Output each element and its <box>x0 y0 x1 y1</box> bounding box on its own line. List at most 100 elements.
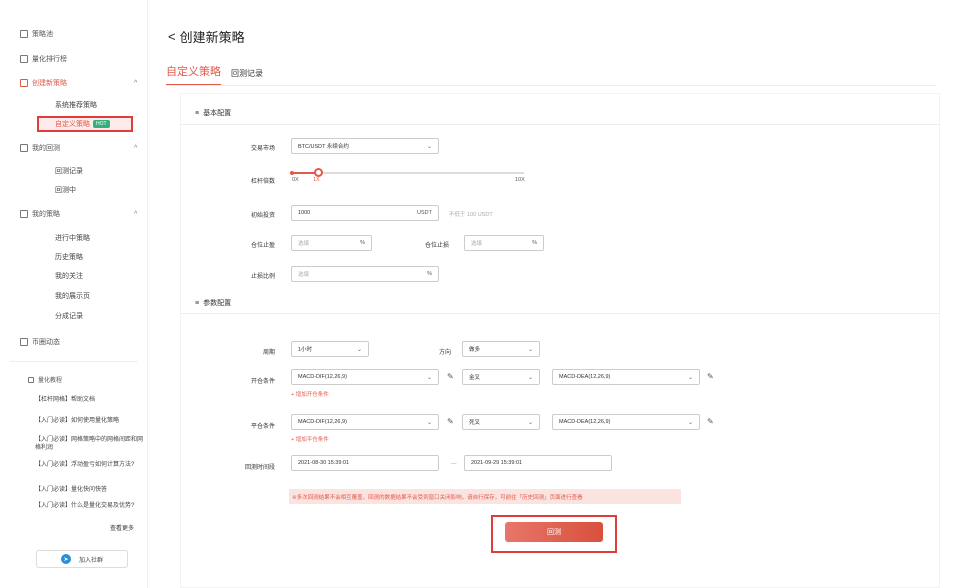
create-icon <box>20 79 28 87</box>
edit-icon[interactable]: ✎ <box>447 372 454 381</box>
capital-note: 不低于 100 USDT <box>449 212 493 218</box>
open-operator-value: 金叉 <box>469 375 481 381</box>
capital-label: 初始投资 <box>250 213 275 219</box>
sidebar-divider <box>10 361 138 362</box>
end-time-input[interactable]: 2021-09-29 15:39:01 <box>464 455 612 471</box>
sidebar-item-create[interactable]: 创建新策略 ^ <box>20 78 137 88</box>
sidebar-sub-custom-label: 自定义策略 <box>55 121 90 128</box>
close-operator-select[interactable]: 死叉 ⌄ <box>462 414 540 430</box>
position-take-profit-label: 仓位止盈 <box>250 243 275 249</box>
tab-divider <box>166 85 936 86</box>
chevron-down-icon: ⌄ <box>687 374 693 381</box>
leverage-label: 杠杆倍数 <box>250 179 275 185</box>
market-label: 交易市场 <box>250 146 275 152</box>
end-time-value: 2021-09-29 15:39:01 <box>471 460 523 466</box>
chevron-down-icon: ⌄ <box>426 143 432 150</box>
start-time-input[interactable]: 2021-08-30 15:39:01 <box>291 455 439 471</box>
sidebar-item-label: 币圈动态 <box>32 339 60 346</box>
sidebar-item-strategy-pool[interactable]: 策略池 <box>20 29 53 39</box>
market-value: BTC/USDT 永续合约 <box>298 144 349 150</box>
percent-unit: % <box>360 240 365 246</box>
chevron-down-icon: ⌄ <box>687 419 693 426</box>
percent-unit: % <box>532 240 537 246</box>
stop-ratio-input[interactable]: 选填 % <box>291 266 439 282</box>
sidebar-sub-history[interactable]: 历史策略 <box>55 252 83 262</box>
help-link[interactable]: 【入门必读】什么是量化交易及优势? <box>35 502 143 510</box>
sidebar-sub-recommended[interactable]: 系统推荐策略 <box>55 100 97 110</box>
hot-badge: HOT <box>93 120 110 128</box>
sidebar-item-label: 创建新策略 <box>32 80 67 87</box>
tab-backtest-records[interactable]: 回测记录 <box>231 68 263 86</box>
backtest-icon <box>20 144 28 152</box>
help-title: 量化教程 <box>28 375 62 384</box>
close-indicator-left[interactable]: MACD-DIF(12,26,9) ⌄ <box>291 414 439 430</box>
capital-unit: USDT <box>417 210 432 216</box>
stop-ratio-label: 止损比例 <box>250 274 275 280</box>
page-title-text: 创建新策略 <box>179 30 245 45</box>
strategy-form: ≡ 基本配置 交易市场 BTC/USDT 永续合约 ⌄ 杠杆倍数 0X 1X 1… <box>180 93 940 588</box>
tab-custom-strategy[interactable]: 自定义策略 <box>166 63 221 86</box>
edit-icon[interactable]: ✎ <box>707 372 714 381</box>
close-indicator-right[interactable]: MACD-DEA(12,26,9) ⌄ <box>552 414 700 430</box>
add-close-condition-link[interactable]: + 增加平仓条件 <box>291 435 329 443</box>
time-separator: — <box>451 461 457 467</box>
edit-icon[interactable]: ✎ <box>707 417 714 426</box>
section-divider <box>181 124 939 125</box>
chevron-down-icon: ⌄ <box>426 374 432 381</box>
close-left-value: MACD-DIF(12,26,9) <box>298 419 347 425</box>
close-condition-label: 平仓条件 <box>250 424 275 430</box>
position-take-profit-input[interactable]: 选填 % <box>291 235 372 251</box>
period-select[interactable]: 1小时 ⌄ <box>291 341 369 357</box>
market-select[interactable]: BTC/USDT 永续合约 ⌄ <box>291 138 439 154</box>
sidebar-sub-backtest-records[interactable]: 回测记录 <box>55 166 83 176</box>
help-title-label: 量化教程 <box>38 378 63 384</box>
period-value: 1小时 <box>298 347 313 353</box>
telegram-icon: ➤ <box>60 554 71 564</box>
section-params: ≡ 参数配置 <box>195 298 231 308</box>
position-take-profit-placeholder: 选填 <box>298 241 310 247</box>
open-indicator-right[interactable]: MACD-DEA(12,26,9) ⌄ <box>552 369 700 385</box>
leverage-slider-handle[interactable] <box>314 168 323 177</box>
help-link[interactable]: 【入门必读】网格策略中的网格间距和网格利润 <box>35 436 143 452</box>
sidebar-item-backtest[interactable]: 我的回测 ^ <box>20 143 137 153</box>
sidebar-item-label: 量化排行榜 <box>32 56 67 63</box>
chevron-up-icon: ^ <box>134 144 138 152</box>
add-open-condition-link[interactable]: + 增加开仓条件 <box>291 390 329 398</box>
help-link[interactable]: 【入门必读】量化快问快答 <box>35 486 143 494</box>
sidebar-sub-running[interactable]: 进行中策略 <box>55 233 90 243</box>
sidebar-sub-custom[interactable]: 自定义策略 HOT <box>37 116 133 132</box>
sidebar-item-my-strategy[interactable]: 我的策略 ^ <box>20 209 137 219</box>
capital-input[interactable]: 1000 USDT <box>291 205 439 221</box>
sidebar-sub-backtesting[interactable]: 回测中 <box>55 185 76 195</box>
direction-label: 方向 <box>438 350 451 356</box>
tabs: 自定义策略 回测记录 <box>166 63 263 86</box>
section-divider <box>181 313 939 314</box>
sidebar-sub-revenue[interactable]: 分成记录 <box>55 311 83 321</box>
join-community-button[interactable]: ➤ 加入社群 <box>36 550 128 568</box>
position-stop-loss-input[interactable]: 选填 % <box>464 235 544 251</box>
open-operator-select[interactable]: 金叉 ⌄ <box>462 369 540 385</box>
leverage-slider-track[interactable] <box>292 172 524 174</box>
run-backtest-button[interactable]: 回测 <box>505 522 603 542</box>
sidebar-item-ranking[interactable]: 量化排行榜 <box>20 54 67 64</box>
stop-ratio-placeholder: 选填 <box>298 272 310 278</box>
percent-unit: % <box>427 271 432 277</box>
position-stop-loss-label: 仓位止损 <box>424 243 449 249</box>
chevron-down-icon: ⌄ <box>426 419 432 426</box>
page-title: < 创建新策略 <box>168 27 245 46</box>
start-time-value: 2021-08-30 15:39:01 <box>298 460 350 466</box>
capital-value: 1000 <box>298 210 311 216</box>
open-condition-label: 开仓条件 <box>250 379 275 385</box>
view-more-link[interactable]: 查看更多 <box>110 523 134 532</box>
help-link[interactable]: 【入门必读】浮动盈亏如何计算方法? <box>35 461 143 469</box>
help-link[interactable]: 【入门必读】如何使用量化策略 <box>35 417 143 425</box>
edit-icon[interactable]: ✎ <box>447 417 454 426</box>
list-icon: ≡ <box>195 109 200 117</box>
help-link[interactable]: 【杠杆网格】帮助文档 <box>35 396 143 404</box>
open-indicator-left[interactable]: MACD-DIF(12,26,9) ⌄ <box>291 369 439 385</box>
sidebar-sub-showcase[interactable]: 我的展示页 <box>55 291 90 301</box>
sidebar-sub-follow[interactable]: 我的关注 <box>55 271 83 281</box>
back-icon[interactable]: < <box>168 29 176 44</box>
direction-select[interactable]: 做多 ⌄ <box>462 341 540 357</box>
sidebar-item-news[interactable]: 币圈动态 <box>20 337 60 347</box>
